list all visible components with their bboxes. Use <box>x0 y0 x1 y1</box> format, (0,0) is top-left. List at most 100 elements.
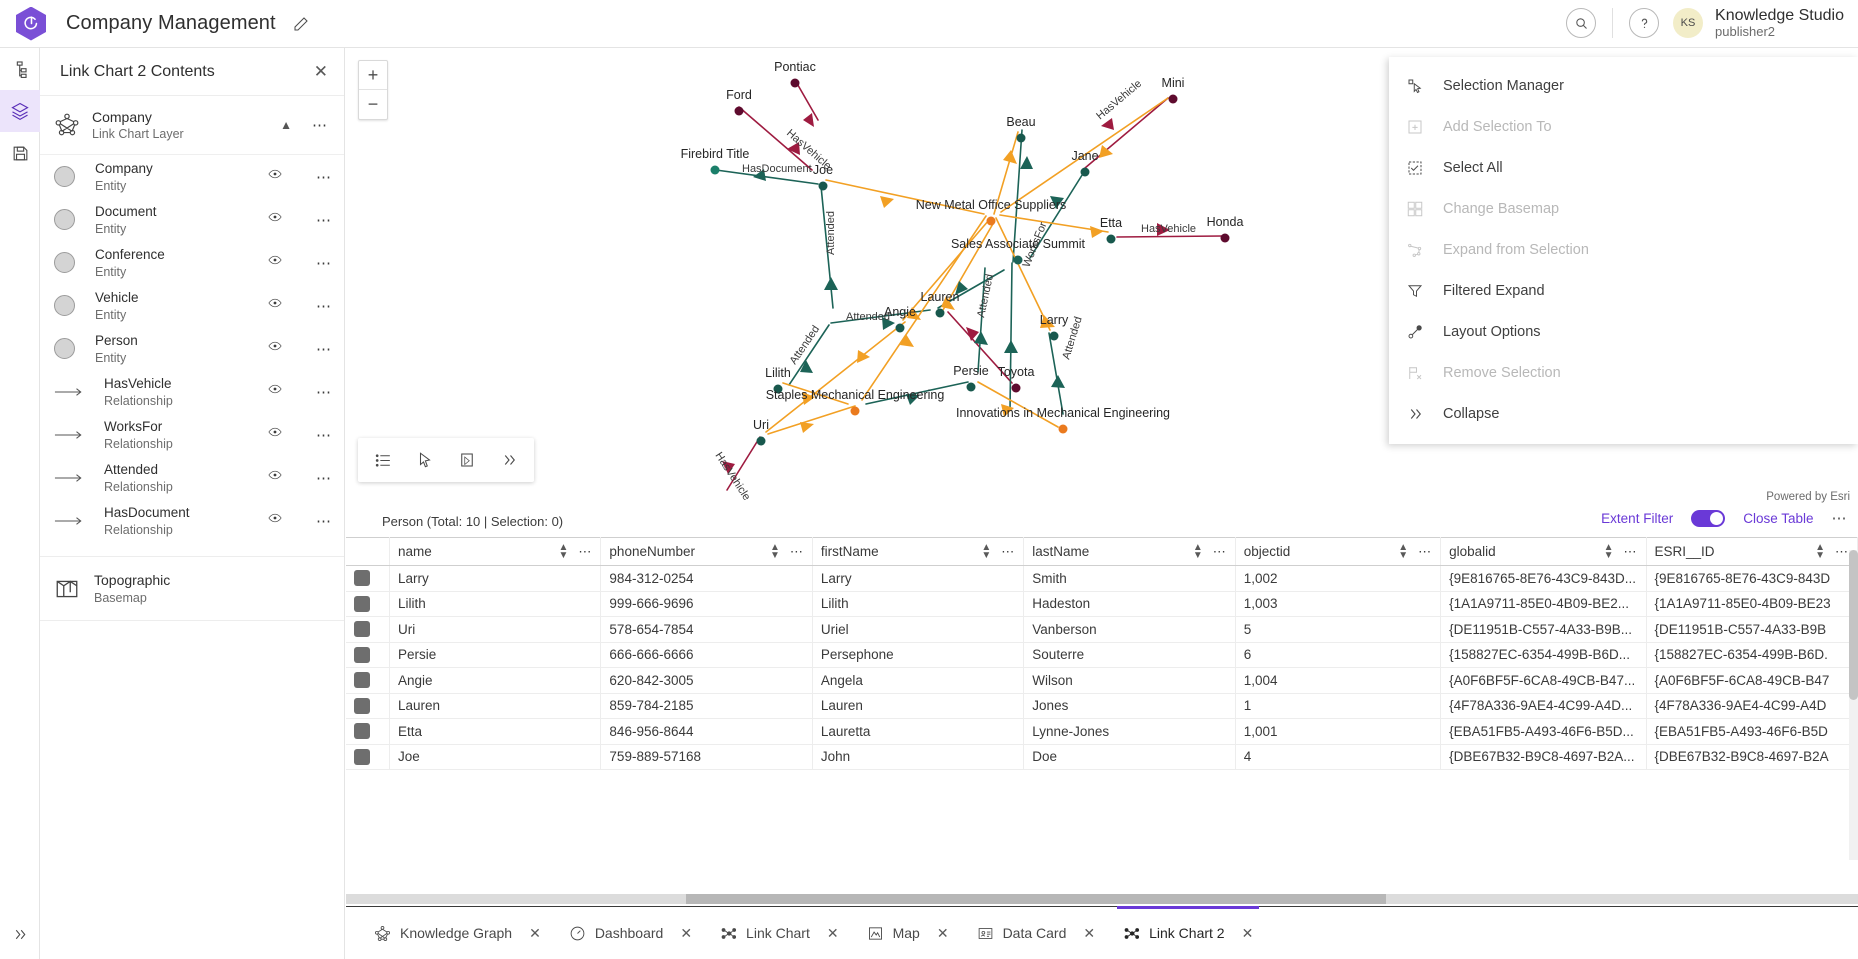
table-cell[interactable]: {1A1A9711-85E0-4B09-BE23 <box>1646 591 1858 617</box>
layer-item[interactable]: Document Entity ⋯ <box>40 198 344 241</box>
row-select-cell[interactable] <box>346 642 390 668</box>
view-tab[interactable]: Link Chart 2 ✕ <box>1109 906 1267 959</box>
layer-item[interactable]: HasVehicle Relationship ⋯ <box>40 370 344 413</box>
table-cell[interactable]: {EBA51FB5-A493-46F6-B5D <box>1646 718 1858 745</box>
table-cell[interactable]: {9E816765-8E76-43C9-843D <box>1646 565 1858 592</box>
sort-icon[interactable]: ▲ ▼ <box>1815 542 1825 560</box>
context-menu-item[interactable]: Layout Options <box>1389 311 1858 352</box>
close-tab-icon[interactable]: ✕ <box>937 925 949 942</box>
table-cell[interactable]: 859-784-2185 <box>600 693 813 719</box>
context-menu-item[interactable]: Filtered Expand <box>1389 270 1858 311</box>
column-header[interactable]: firstName ▲ ▼ ⋯ <box>812 537 1025 566</box>
visibility-toggle-icon[interactable] <box>266 425 284 444</box>
graph-node[interactable] <box>818 181 828 191</box>
table-cell[interactable]: Uriel <box>812 616 1025 643</box>
table-cell[interactable]: 4 <box>1235 744 1442 770</box>
view-tab[interactable]: Dashboard ✕ <box>555 907 706 959</box>
layer-menu-icon[interactable]: ⋯ <box>316 469 332 487</box>
graph-node[interactable] <box>850 406 860 416</box>
table-cell[interactable]: {158827EC-6354-499B-B6D... <box>1440 642 1647 668</box>
table-cell[interactable]: 1,001 <box>1235 718 1442 745</box>
table-options-icon[interactable]: ⋯ <box>1832 509 1849 527</box>
column-menu-icon[interactable]: ⋯ <box>1624 544 1638 560</box>
sort-icon[interactable]: ▲ ▼ <box>770 542 780 560</box>
table-row[interactable]: Joe 759-889-57168 John Doe 4 {DBE67B32-B9C8-4… <box>346 744 1858 770</box>
table-cell[interactable]: Wilson <box>1023 667 1236 694</box>
row-select-chip[interactable] <box>354 595 370 612</box>
visibility-toggle-icon[interactable] <box>266 296 284 315</box>
more-tools-icon[interactable] <box>490 441 528 479</box>
row-select-chip[interactable] <box>354 621 370 638</box>
layer-menu-icon[interactable]: ⋯ <box>316 297 332 315</box>
table-cell[interactable]: Souterre <box>1023 642 1236 668</box>
table-cell[interactable]: {A0F6BF5F-6CA8-49CB-B47... <box>1440 667 1647 694</box>
table-cell[interactable]: Smith <box>1023 565 1236 592</box>
row-select-chip[interactable] <box>354 723 370 740</box>
sort-icon[interactable]: ▲ ▼ <box>981 542 991 560</box>
graph-node[interactable] <box>1016 133 1026 143</box>
table-cell[interactable]: Jones <box>1023 693 1236 719</box>
row-select-chip[interactable] <box>354 697 370 714</box>
layer-group-menu-icon[interactable]: ⋯ <box>312 116 328 134</box>
select-rectangle-tool-icon[interactable] <box>448 441 486 479</box>
table-cell[interactable]: Lauretta <box>812 718 1025 745</box>
layer-menu-icon[interactable]: ⋯ <box>316 168 332 186</box>
help-icon[interactable] <box>1629 8 1660 39</box>
graph-node[interactable] <box>1106 234 1116 244</box>
table-cell[interactable]: Doe <box>1023 744 1236 770</box>
table-cell[interactable]: {9E816765-8E76-43C9-843D... <box>1440 565 1647 592</box>
graph-node[interactable] <box>1220 233 1230 243</box>
close-table-button[interactable]: Close Table <box>1743 511 1813 526</box>
context-menu-item[interactable]: Select All <box>1389 147 1858 188</box>
graph-node[interactable] <box>1058 424 1068 434</box>
layer-menu-icon[interactable]: ⋯ <box>316 340 332 358</box>
graph-node[interactable] <box>734 106 744 116</box>
scrollbar-thumb[interactable] <box>1849 550 1858 700</box>
table-cell[interactable]: 666-666-6666 <box>600 642 813 668</box>
row-select-cell[interactable] <box>346 718 390 745</box>
table-cell[interactable]: John <box>812 744 1025 770</box>
visibility-toggle-icon[interactable] <box>266 382 284 401</box>
extent-filter-toggle[interactable] <box>1691 509 1726 527</box>
close-tab-icon[interactable]: ✕ <box>1242 925 1254 942</box>
basemap-row[interactable]: Topographic Basemap <box>40 556 344 621</box>
hscrollbar-thumb[interactable] <box>686 894 1386 904</box>
sort-icon[interactable]: ▲ ▼ <box>559 542 569 560</box>
row-select-cell[interactable] <box>346 693 390 719</box>
table-cell[interactable]: Larry <box>389 565 602 592</box>
table-cell[interactable]: 846-956-8644 <box>600 718 813 745</box>
table-cell[interactable]: 759-889-57168 <box>600 744 813 770</box>
layer-item[interactable]: WorksFor Relationship ⋯ <box>40 413 344 456</box>
table-cell[interactable]: 1,003 <box>1235 591 1442 617</box>
table-cell[interactable]: Angela <box>812 667 1025 694</box>
close-icon[interactable]: ✕ <box>314 63 328 80</box>
table-cell[interactable]: 984-312-0254 <box>600 565 813 592</box>
visibility-toggle-icon[interactable] <box>266 253 284 272</box>
table-cell[interactable]: 1 <box>1235 693 1442 719</box>
user-info[interactable]: Knowledge Studio publisher2 <box>1715 7 1844 40</box>
extent-filter-label[interactable]: Extent Filter <box>1601 511 1673 526</box>
column-header[interactable]: ESRI__ID ▲ ▼ ⋯ <box>1646 537 1858 566</box>
column-menu-icon[interactable]: ⋯ <box>1213 544 1227 560</box>
table-cell[interactable]: Lauren <box>389 693 602 719</box>
graph-node[interactable] <box>1168 94 1178 104</box>
view-tab[interactable]: Data Card ✕ <box>963 907 1110 959</box>
list-tool-icon[interactable] <box>364 441 402 479</box>
table-cell[interactable]: Joe <box>389 744 602 770</box>
column-header[interactable]: name ▲ ▼ ⋯ <box>389 537 602 566</box>
layer-item[interactable]: Conference Entity ⋯ <box>40 241 344 284</box>
layer-menu-icon[interactable]: ⋯ <box>316 211 332 229</box>
table-cell[interactable]: {DE11951B-C557-4A33-B9B... <box>1440 616 1647 643</box>
graph-node[interactable] <box>756 436 766 446</box>
table-cell[interactable]: 1,004 <box>1235 667 1442 694</box>
close-tab-icon[interactable]: ✕ <box>529 925 541 942</box>
layer-group-company[interactable]: Company Link Chart Layer ▲ ⋯ <box>40 96 344 156</box>
chevron-up-icon[interactable]: ▲ <box>272 118 300 132</box>
table-cell[interactable]: Lauren <box>812 693 1025 719</box>
table-cell[interactable]: {DBE67B32-B9C8-4697-B2A <box>1646 744 1858 770</box>
view-tab[interactable]: Map ✕ <box>853 907 963 959</box>
table-cell[interactable]: 5 <box>1235 616 1442 643</box>
table-cell[interactable]: {DE11951B-C557-4A33-B9B <box>1646 616 1858 643</box>
table-cell[interactable]: 1,002 <box>1235 565 1442 592</box>
table-cell[interactable]: 620-842-3005 <box>600 667 813 694</box>
